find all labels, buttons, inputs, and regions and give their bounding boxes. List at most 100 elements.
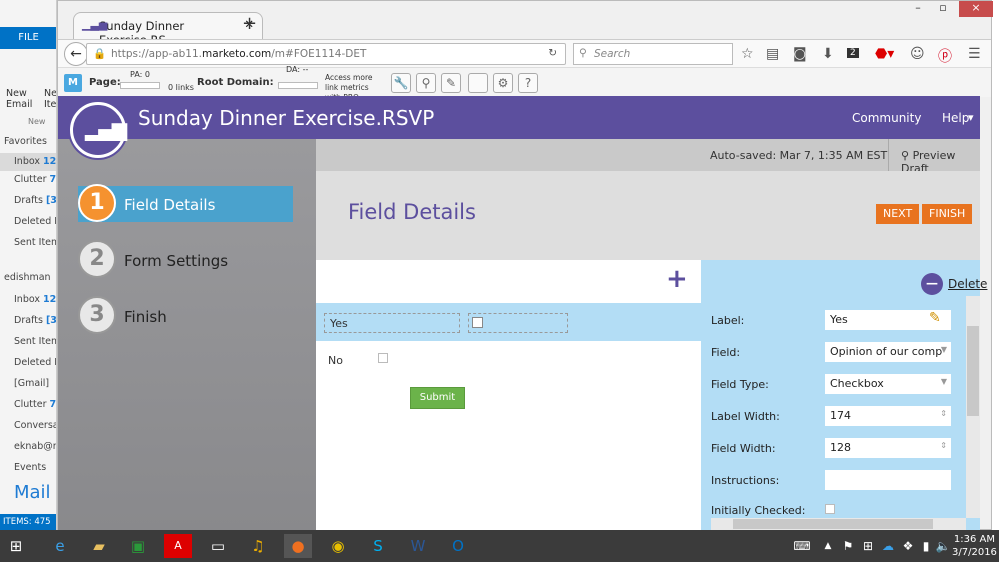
prop-label: Field: [711,346,741,359]
prop-label: Field Width: [711,442,776,455]
file-tab[interactable]: FILE [0,27,56,49]
community-link[interactable]: Community [852,111,921,125]
prop-value: Yes [830,313,848,326]
outlook-icon[interactable]: O [444,534,472,558]
settings-gear-icon[interactable]: ⚙ [493,73,513,93]
page-label: Page: [89,77,121,88]
chrome-icon[interactable]: ◉ [324,534,352,558]
pencil-icon[interactable]: ✎ [441,73,461,93]
headphones-icon[interactable]: ♫ [244,534,272,558]
explorer-icon[interactable]: ▰ [85,534,113,558]
back-button[interactable]: ← [64,42,88,66]
bookmark-star-icon[interactable]: ☆ [741,46,754,62]
preview-draft-button[interactable]: ⚲ Preview Draft [888,139,980,175]
search-input[interactable]: ⚲ Search [573,43,733,65]
account-folder[interactable]: [Gmail] [4,378,49,389]
url-bar[interactable]: 🔒 https://app-ab11.marketo.com/m#FOE1114… [86,43,566,65]
close-window-button[interactable]: × [959,1,993,17]
favorites-header[interactable]: Favorites [4,136,47,147]
account-folder[interactable]: Conversation [4,420,56,431]
clock[interactable]: 1:36 AM 3/7/2016 [952,533,997,559]
moz-logo-icon[interactable]: M [64,74,82,92]
prop-input[interactable] [825,470,951,490]
step-1[interactable]: 1 Field Details [78,184,293,222]
account-folder[interactable]: Events [4,462,46,473]
minimize-button[interactable]: – [908,1,928,17]
account-folder[interactable]: Inbox 12 [4,294,56,305]
skype-icon[interactable]: S [364,534,392,558]
new-email-button[interactable]: New Email [6,88,36,110]
keyboard-icon[interactable]: ⌨ [788,534,816,558]
selected-field-row[interactable]: Yes [316,303,701,341]
account-folder[interactable]: Clutter 7 [4,399,56,410]
pinterest-icon[interactable]: ⓟ [938,46,952,66]
next-button[interactable]: NEXT [876,204,920,224]
reload-icon[interactable]: ↻ [548,47,557,59]
adblock-icon[interactable]: ⬣▾ [875,46,894,62]
submit-button[interactable]: Submit [410,387,465,409]
new-tab-button[interactable]: + [242,13,257,34]
new-items-button[interactable]: New Items [44,88,56,110]
account-header[interactable]: edishman [4,272,51,283]
start-icon[interactable]: ⊞ [2,534,30,558]
prop-input[interactable]: 174 ⇕ [825,406,951,426]
edit-pencil-icon[interactable]: ✎ [929,310,941,326]
ie-icon[interactable]: e [46,534,74,558]
favorite-folder[interactable]: Inbox 12 [0,153,57,171]
help-icon[interactable]: ? [518,73,538,93]
field-input-area[interactable] [468,313,568,333]
delete-link[interactable]: Delete [948,277,987,291]
maximize-button[interactable]: ▫ [933,1,953,17]
prop-value: 128 [830,441,851,454]
help-link[interactable]: Help [942,111,969,125]
account-folder[interactable]: Deleted Items [4,357,56,368]
download-icon[interactable]: ⬇ [822,46,834,62]
wrench-icon[interactable]: 🔧 [391,73,411,93]
yes-checkbox[interactable] [472,317,483,328]
favorite-folder[interactable]: Clutter 7 [4,174,56,185]
vertical-scrollbar[interactable] [966,296,980,518]
step-number: 3 [78,296,116,334]
blank-button[interactable] [468,73,488,93]
step-label: Form Settings [124,252,229,270]
firefox-icon[interactable]: ● [284,534,312,558]
favorite-folder[interactable]: Drafts [38] [4,195,56,206]
account-folder[interactable]: Sent Items [4,336,56,347]
remote-desktop-icon[interactable]: ▭ [204,534,232,558]
reading-list-icon[interactable]: ▤ [766,46,779,62]
favorite-folder[interactable]: Sent Items [4,237,56,248]
smiley-icon[interactable]: ☺ [910,46,925,62]
mail-nav[interactable]: Mail [14,482,51,503]
spinner-icon[interactable]: ⇕ [940,441,947,450]
prop-input[interactable]: Opinion of our comp ▼ [825,342,951,362]
account-folder[interactable]: eknab@re [4,441,56,452]
add-field-icon[interactable]: + [666,264,688,294]
initially-checked-checkbox[interactable] [825,504,835,514]
folder-count: 12 [43,156,57,167]
delete-icon[interactable]: — [921,273,943,295]
menu-icon[interactable]: ☰ [968,46,981,62]
help-dropdown-icon[interactable]: ▾ [968,111,974,124]
magnifier-icon[interactable]: ⚲ [416,73,436,93]
pa-bar [120,82,160,89]
step-3[interactable]: 3 Finish [78,296,293,334]
account-folder[interactable]: Drafts [38] [4,315,56,326]
pocket-icon[interactable]: ◙ [793,46,807,62]
adobe-icon[interactable]: A [164,534,192,558]
prop-input[interactable]: 128 ⇕ [825,438,951,458]
spinner-icon[interactable]: ⇕ [940,409,947,418]
store-icon[interactable]: ▣ [124,534,152,558]
field-label[interactable]: Yes [324,313,460,333]
step-2[interactable]: 2 Form Settings [78,240,293,278]
horizontal-scrollbar[interactable] [711,518,966,530]
da-bar [278,82,318,89]
browser-tab[interactable]: ▁▃▅ Sunday Dinner Exercise.RS... ✕ [73,12,263,47]
no-checkbox[interactable] [378,353,388,363]
marketo-logo-icon: ▂▄▆ [70,102,127,158]
extension-badge-icon[interactable]: 2 [847,48,859,58]
step-label: Finish [124,308,167,326]
favorite-folder[interactable]: Deleted Items [4,216,56,227]
prop-input[interactable]: Checkbox ▼ [825,374,951,394]
finish-button[interactable]: FINISH [922,204,973,224]
word-icon[interactable]: W [404,534,432,558]
